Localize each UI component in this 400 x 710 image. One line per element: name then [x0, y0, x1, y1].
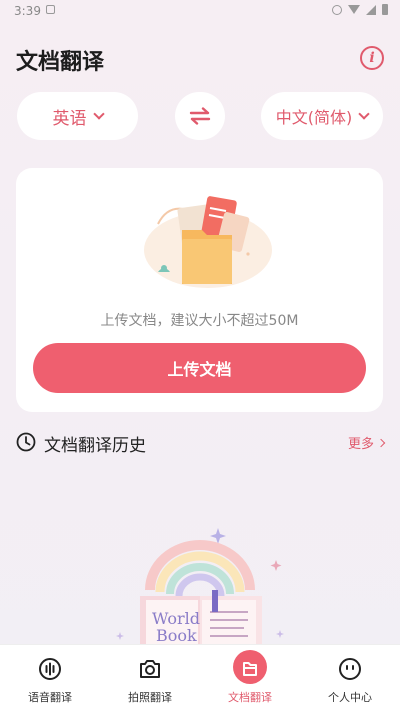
tab-label: 语音翻译	[28, 691, 72, 704]
tab-label: 拍照翻译	[128, 691, 172, 704]
chevron-down-icon	[92, 107, 105, 120]
swap-languages-button[interactable]	[175, 92, 225, 140]
status-time: 3:39	[14, 4, 41, 18]
document-folder-illustration	[144, 196, 272, 288]
tab-voice-translate[interactable]: 语音翻译	[0, 645, 100, 710]
status-bar: 3:39	[0, 0, 400, 24]
camera-icon	[140, 660, 160, 678]
notification-icon	[46, 5, 55, 14]
bottom-tab-bar: 语音翻译 拍照翻译 文档翻译 个人中心	[0, 644, 400, 710]
chevron-right-icon	[376, 438, 386, 447]
page-title: 文档翻译	[16, 50, 105, 75]
voice-wave-icon	[39, 658, 61, 680]
info-icon[interactable]: i	[360, 46, 384, 70]
tab-profile[interactable]: 个人中心	[300, 645, 400, 710]
tab-photo-translate[interactable]: 拍照翻译	[100, 645, 200, 710]
history-header: 文档翻译历史 更多	[16, 430, 386, 456]
battery-icon	[382, 4, 388, 15]
folder-icon	[243, 662, 257, 676]
tab-document-translate[interactable]: 文档翻译	[200, 645, 300, 710]
upload-card: 上传文档，建议大小不超过50M 上传文档	[16, 168, 383, 412]
status-icons	[332, 4, 388, 15]
tab-label: 个人中心	[328, 691, 372, 704]
clock-icon	[16, 432, 36, 452]
target-language-selector[interactable]: 中文(简体)	[261, 92, 383, 140]
swap-arrows-icon	[189, 107, 211, 125]
history-title: 文档翻译历史	[44, 436, 146, 456]
upload-document-button[interactable]: 上传文档	[33, 343, 366, 393]
more-label: 更多	[347, 437, 374, 452]
cellular-icon	[366, 4, 376, 15]
target-language-label: 中文(简体)	[275, 108, 353, 127]
book-title-line-2: Book	[156, 626, 197, 645]
sync-icon	[332, 4, 342, 15]
wifi-icon	[348, 5, 360, 14]
source-language-selector[interactable]: 英语	[17, 92, 138, 140]
more-history-link[interactable]: 更多	[347, 433, 386, 452]
smiley-face-icon	[339, 658, 361, 680]
source-language-label: 英语	[52, 108, 87, 129]
tab-label: 文档翻译	[228, 691, 272, 704]
upload-hint: 上传文档，建议大小不超过50M	[100, 313, 299, 329]
chevron-down-icon	[358, 107, 370, 120]
